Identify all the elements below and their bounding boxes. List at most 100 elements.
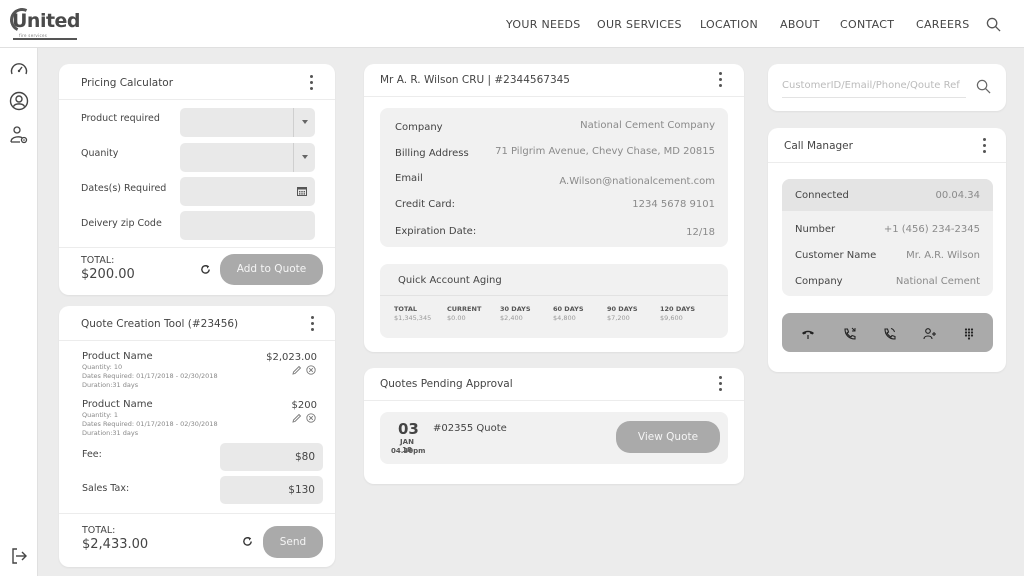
edit-pencil-icon[interactable]	[292, 413, 302, 423]
user-profile-icon[interactable]	[9, 91, 29, 111]
brand-logo[interactable]: United	[12, 10, 81, 32]
delivery-zip-input[interactable]	[180, 211, 315, 240]
nav-careers[interactable]: CAREERS	[916, 18, 969, 31]
aging-value: $4,800	[553, 314, 576, 322]
nav-your-needs[interactable]: YOUR NEEDS	[506, 18, 581, 31]
aging-value: $0.00	[447, 314, 466, 322]
customer-details-card: Mr A. R. Wilson CRU | #2344567345 Compan…	[364, 64, 744, 352]
pending-quote-item: 03 JAN 18 04.30pm #02355 Quote View Quot…	[380, 412, 728, 464]
credit-card-value: 1234 5678 9101	[632, 199, 715, 210]
product-name: Product Name	[82, 351, 153, 362]
total-label: TOTAL:	[81, 255, 115, 266]
phone-forward-icon[interactable]	[883, 327, 897, 341]
product-duration: Duration:31 days	[82, 429, 139, 437]
input-underline	[782, 97, 966, 98]
call-manager-card: Call Manager Connected 00.04.34 Number +…	[768, 128, 1006, 372]
product-quantity: Quantity: 10	[82, 363, 123, 371]
more-options-icon[interactable]	[310, 75, 314, 91]
more-options-icon[interactable]	[983, 138, 987, 154]
nav-our-services[interactable]: OUR SERVICES	[597, 18, 682, 31]
total-value: $2,433.00	[82, 537, 149, 552]
customer-search-card: CustomerID/Email/Phone/Qoute Ref	[768, 64, 1006, 111]
total-label: TOTAL:	[82, 525, 116, 536]
quotes-pending-card: Quotes Pending Approval 03 JAN 18 04.30p…	[364, 368, 744, 484]
email-value[interactable]: A.Wilson@nationalcement.com	[559, 176, 715, 187]
customer-name-label: Customer Name	[795, 250, 877, 261]
fee-label: Fee:	[82, 449, 102, 460]
divider	[768, 162, 1006, 163]
company-label: Company	[395, 122, 443, 133]
divider	[380, 295, 728, 296]
billing-address-label: Billing Address	[395, 148, 469, 159]
search-icon[interactable]	[986, 17, 1001, 32]
nav-location[interactable]: LOCATION	[700, 18, 758, 31]
billing-address-value: 71 Pilgrim Avenue, Chevy Chase, MD 20815	[495, 146, 715, 157]
customer-info-panel: Company National Cement Company Billing …	[380, 108, 728, 247]
expiration-date-label: Expiration Date:	[395, 226, 477, 237]
phone-transfer-icon[interactable]	[843, 327, 857, 341]
divider	[364, 96, 744, 97]
add-participant-icon[interactable]	[923, 327, 937, 341]
divider	[59, 513, 335, 514]
dialpad-icon[interactable]	[962, 327, 976, 341]
sales-tax-value: $130	[288, 484, 315, 496]
expiration-date-value: 12/18	[686, 227, 715, 238]
refresh-icon[interactable]	[242, 536, 253, 547]
more-options-icon[interactable]	[311, 316, 315, 332]
search-icon[interactable]	[976, 79, 991, 94]
customer-search-input[interactable]: CustomerID/Email/Phone/Qoute Ref	[782, 80, 966, 91]
product-name: Product Name	[82, 399, 153, 410]
nav-about[interactable]: ABOUT	[780, 18, 820, 31]
product-duration: Duration:31 days	[82, 381, 139, 389]
user-settings-icon[interactable]	[9, 125, 29, 145]
logout-icon[interactable]	[9, 546, 29, 566]
call-duration: 00.04.34	[935, 190, 980, 201]
aging-value: $1,345,345	[394, 314, 432, 322]
refresh-icon[interactable]	[200, 264, 211, 275]
aging-header: CURRENT	[447, 305, 482, 313]
aging-header: TOTAL	[394, 305, 418, 313]
dates-required-input[interactable]	[180, 177, 315, 206]
account-aging-panel: Quick Account Aging TOTAL $1,345,345 CUR…	[380, 264, 728, 338]
chevron-down-icon	[293, 108, 315, 137]
remove-circle-icon[interactable]	[306, 413, 316, 423]
calendar-icon[interactable]	[297, 186, 307, 196]
customer-title: Mr A. R. Wilson CRU | #2344567345	[380, 74, 570, 86]
aging-title: Quick Account Aging	[398, 275, 502, 286]
quote-day: 03	[398, 420, 419, 438]
field-label: Deivery zip Code	[81, 218, 162, 229]
divider	[59, 247, 335, 248]
add-to-quote-button[interactable]: Add to Quote	[220, 254, 323, 285]
remove-circle-icon[interactable]	[306, 365, 316, 375]
number-label: Number	[795, 224, 836, 235]
call-controls	[782, 313, 993, 352]
product-dates: Dates Required: 01/17/2018 - 02/30/2018	[82, 372, 218, 380]
card-title: Quote Creation Tool (#23456)	[81, 318, 239, 330]
more-options-icon[interactable]	[719, 376, 723, 392]
product-price: $2,023.00	[266, 352, 317, 363]
pricing-calculator-card: Pricing Calculator Product required Quan…	[59, 64, 335, 295]
nav-contact[interactable]: CONTACT	[840, 18, 894, 31]
view-quote-button[interactable]: View Quote	[616, 421, 720, 453]
aging-header: 60 DAYS	[553, 305, 584, 313]
card-title: Call Manager	[784, 140, 853, 152]
call-info-panel: Connected 00.04.34 Number +1 (456) 234-2…	[782, 179, 993, 296]
dashboard-gauge-icon[interactable]	[9, 60, 29, 80]
product-price: $200	[291, 400, 317, 411]
more-options-icon[interactable]	[719, 72, 723, 88]
fee-field[interactable]: $80	[220, 443, 323, 471]
company-value: National Cement Company	[580, 120, 715, 131]
send-button[interactable]: Send	[263, 526, 323, 558]
quote-creation-tool-card: Quote Creation Tool (#23456) Product Nam…	[59, 306, 335, 567]
product-required-select[interactable]	[180, 108, 315, 137]
chevron-down-icon	[293, 143, 315, 172]
hang-up-icon[interactable]	[801, 327, 815, 341]
edit-pencil-icon[interactable]	[292, 365, 302, 375]
quantity-select[interactable]	[180, 143, 315, 172]
quote-reference: #02355 Quote	[433, 423, 507, 434]
credit-card-label: Credit Card:	[395, 199, 456, 210]
sales-tax-field[interactable]: $130	[220, 476, 323, 504]
logo-underline	[13, 38, 77, 40]
aging-header: 30 DAYS	[500, 305, 531, 313]
aging-header: 120 DAYS	[660, 305, 696, 313]
